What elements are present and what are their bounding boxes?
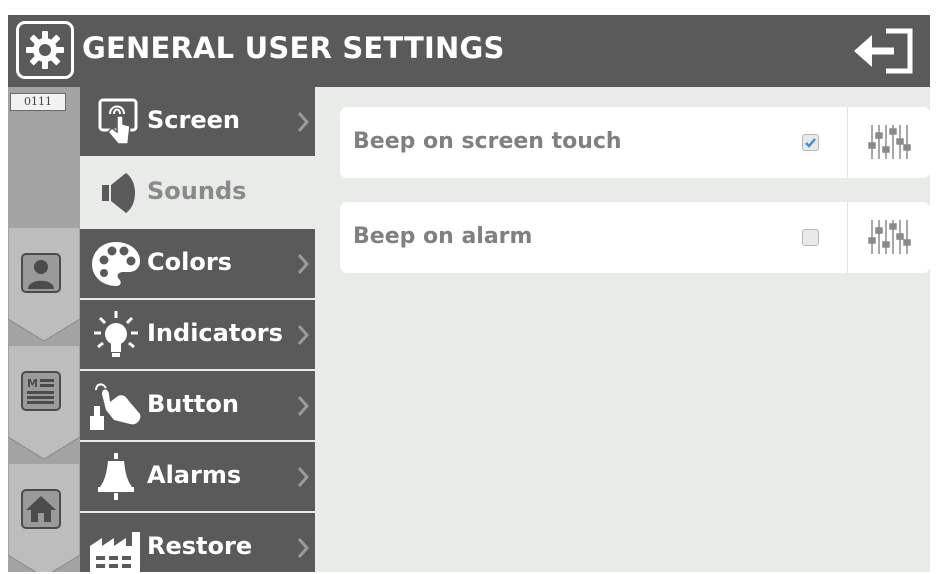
setting-label: Beep on alarm: [353, 224, 533, 249]
chevron-right-icon: [297, 111, 310, 133]
screen-code: 0111: [10, 93, 66, 111]
chevron-right-icon: [297, 324, 310, 346]
divider: [847, 202, 848, 273]
menu-item-label: Alarms: [147, 461, 242, 489]
sliders-icon[interactable]: [867, 121, 911, 163]
home-icon: [21, 489, 61, 529]
tab-menu[interactable]: M: [8, 345, 80, 463]
side-tab-strip: 0111 M: [8, 87, 80, 572]
menu-item-label: Indicators: [147, 319, 283, 347]
menu-item-label: Button: [147, 390, 239, 418]
beep-touch-checkbox[interactable]: [802, 134, 819, 151]
menu-item-label: Sounds: [147, 177, 247, 205]
setting-label: Beep on screen touch: [353, 129, 622, 154]
tab-home[interactable]: [8, 463, 80, 572]
menu-item-button[interactable]: Button: [80, 371, 315, 440]
menu-item-label: Restore: [147, 532, 253, 560]
speaker-icon: [88, 167, 144, 219]
user-icon: [21, 253, 61, 293]
chevron-right-icon: [297, 253, 310, 275]
light-bulb-icon: [88, 309, 144, 361]
menu-list-icon: M: [21, 371, 61, 411]
menu-item-sounds[interactable]: Sounds: [80, 158, 315, 227]
factory-icon: [88, 522, 144, 572]
menu-item-label: Screen: [147, 106, 240, 134]
bell-icon: [88, 451, 144, 503]
menu-item-restore[interactable]: Restore: [80, 513, 315, 572]
chevron-right-icon: [297, 537, 310, 559]
chevron-right-icon: [297, 466, 310, 488]
setting-row-beep-touch: Beep on screen touch: [340, 107, 930, 178]
page-title: GENERAL USER SETTINGS: [82, 31, 505, 65]
push-button-hand-icon: [88, 380, 144, 432]
menu-item-alarms[interactable]: Alarms: [80, 442, 315, 511]
setting-row-beep-alarm: Beep on alarm: [340, 202, 930, 273]
sliders-icon[interactable]: [867, 216, 911, 258]
divider: [847, 107, 848, 178]
touch-hand-icon: [88, 96, 144, 148]
gear-icon[interactable]: [16, 21, 74, 79]
app-screen: GENERAL USER SETTINGS 0111 M Screen Soun…: [8, 15, 930, 572]
settings-menu: Screen Sounds Colors Indicators Button A…: [80, 87, 315, 572]
svg-text:M: M: [27, 377, 38, 390]
chevron-right-icon: [297, 395, 310, 417]
menu-item-indicators[interactable]: Indicators: [80, 300, 315, 369]
menu-item-colors[interactable]: Colors: [80, 229, 315, 298]
tab-user[interactable]: [8, 227, 80, 345]
menu-item-screen[interactable]: Screen: [80, 87, 315, 156]
menu-item-label: Colors: [147, 248, 232, 276]
palette-icon: [88, 238, 144, 290]
beep-alarm-checkbox[interactable]: [802, 229, 819, 246]
title-bar: GENERAL USER SETTINGS: [8, 15, 930, 87]
exit-arrow-icon[interactable]: [852, 25, 916, 77]
